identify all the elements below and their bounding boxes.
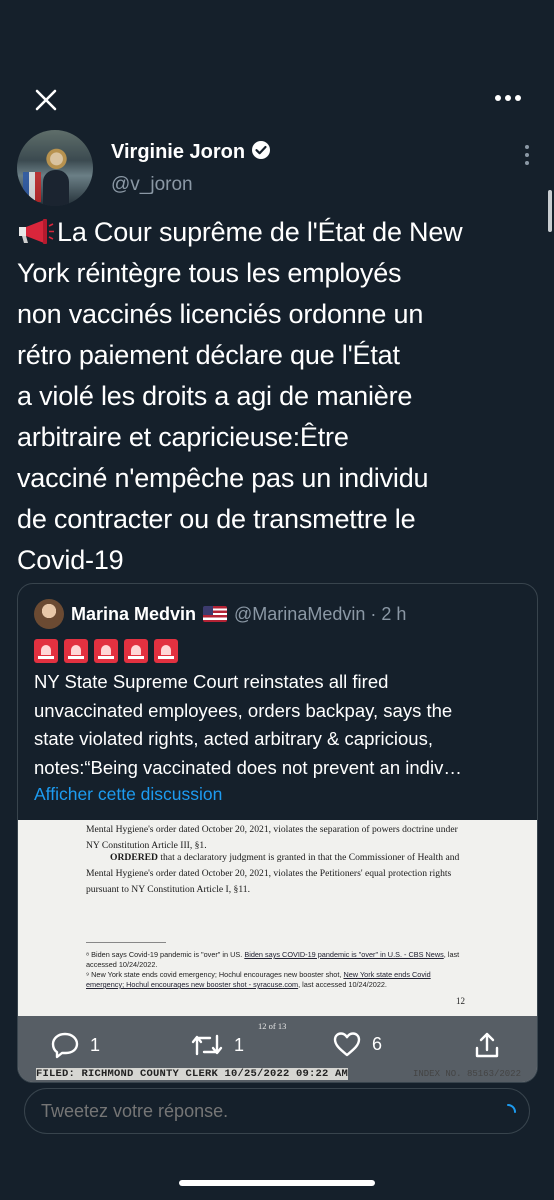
quoted-author-name: Marina Medvin <box>71 603 197 624</box>
footnote: accessed 10/24/2022. <box>86 960 158 969</box>
doc-text-rest: that a declaratory judgment is granted i… <box>157 852 460 863</box>
tweet-line: La Cour suprême de l'État de New <box>17 212 541 253</box>
quoted-line: notes:“Being vaccinated does not prevent… <box>34 756 462 778</box>
footnote-text: , last <box>443 950 460 959</box>
doc-text: Mental Hygiene's order dated October 20,… <box>86 868 452 879</box>
tweet-menu-icon[interactable] <box>517 142 537 168</box>
page-number: 12 <box>456 996 465 1006</box>
like-count: 6 <box>372 1033 383 1054</box>
footnote: ⁸ Biden says Covid-19 pandemic is "over"… <box>86 950 459 960</box>
retweet-icon <box>191 1034 223 1056</box>
footnote: ⁹ New York state ends covid emergency; H… <box>86 970 431 980</box>
siren-icon <box>154 639 178 663</box>
reply-button[interactable]: 1 <box>50 1030 100 1060</box>
tweet-line: a violé les droits a agi de manière <box>17 381 413 411</box>
tweet-line-text: La Cour suprême de l'État de New <box>57 217 463 247</box>
avatar[interactable] <box>17 130 93 206</box>
megaphone-icon <box>19 219 54 244</box>
footnote-text: ⁸ Biden says Covid-19 pandemic is "over"… <box>86 950 245 959</box>
home-indicator[interactable] <box>179 1180 375 1186</box>
heart-icon <box>333 1032 361 1057</box>
reply-composer[interactable] <box>24 1088 530 1134</box>
tweet-line: de contracter ou de transmettre le <box>17 504 416 534</box>
loading-spinner-icon <box>499 1103 517 1121</box>
reply-input[interactable] <box>41 1101 461 1122</box>
quoted-avatar <box>34 599 64 629</box>
verified-badge-icon <box>251 140 271 165</box>
tweet-text: La Cour suprême de l'État de New York ré… <box>17 212 541 581</box>
retweet-button[interactable]: 1 <box>190 1030 244 1060</box>
siren-icon <box>34 639 58 663</box>
share-button[interactable] <box>472 1030 502 1060</box>
like-button[interactable]: 6 <box>332 1030 382 1058</box>
doc-text: Mental Hygiene's order dated October 20,… <box>86 824 458 835</box>
top-bar <box>0 80 554 120</box>
footnote-link: emergency; Hochul encourages new booster… <box>86 980 299 989</box>
tweet-author: Virginie Joron @v_joron <box>17 130 537 210</box>
siren-icon <box>124 639 148 663</box>
tweet-line: non vaccinés licenciés ordonne un <box>17 299 424 329</box>
close-icon[interactable] <box>30 84 62 116</box>
reply-icon <box>51 1032 79 1059</box>
footnote: emergency; Hochul encourages new booster… <box>86 980 387 990</box>
footnote-text: ⁹ New York state ends covid emergency; H… <box>86 970 344 979</box>
doc-text: ORDERED that a declaratory judgment is g… <box>110 850 459 866</box>
quoted-tweet[interactable]: Marina Medvin @MarinaMedvin · 2 h NY Sta… <box>17 583 538 1083</box>
footnote-link: New York state ends Covid <box>343 970 431 979</box>
quoted-tweet-header: Marina Medvin @MarinaMedvin · 2 h <box>34 599 406 629</box>
siren-icon <box>94 639 118 663</box>
quoted-text: NY State Supreme Court reinstates all fi… <box>34 668 530 782</box>
share-icon <box>475 1032 499 1058</box>
quoted-line: state violated rights, acted arbitrary &… <box>34 728 433 749</box>
author-name[interactable]: Virginie Joron <box>111 141 245 164</box>
author-name-row: Virginie Joron <box>111 140 271 165</box>
reply-count: 1 <box>90 1034 101 1055</box>
index-number: INDEX NO. 85163/2022 <box>412 1069 521 1079</box>
footnote-link: Biden says COVID-19 pandemic is "over" i… <box>244 950 444 959</box>
footnote-text: , last accessed 10/24/2022. <box>298 980 387 989</box>
quoted-handle-time: @MarinaMedvin · 2 h <box>234 603 407 624</box>
doc-text-bold: ORDERED <box>110 852 158 863</box>
more-options-icon[interactable] <box>490 86 526 110</box>
tweet-line: Covid-19 <box>17 545 124 575</box>
siren-emojis <box>34 639 178 663</box>
action-bar: 1 1 6 <box>0 1030 554 1070</box>
show-thread-link[interactable]: Afficher cette discussion <box>34 784 222 805</box>
tweet-line: York réintègre tous les employés <box>17 258 402 288</box>
retweet-count: 1 <box>234 1034 245 1055</box>
tweet-line: rétro paiement déclare que l'État <box>17 340 400 370</box>
tweet-line: arbitraire et capricieuse:Être <box>17 422 349 452</box>
quoted-line: NY State Supreme Court reinstates all fi… <box>34 671 389 692</box>
footnote-rule <box>86 942 166 943</box>
author-handle[interactable]: @v_joron <box>111 174 193 196</box>
doc-text: pursuant to NY Constitution Article I, §… <box>86 884 250 895</box>
us-flag-icon <box>203 606 228 622</box>
scrollbar[interactable] <box>548 190 552 232</box>
tweet-line: vacciné n'empêche pas un individu <box>17 463 429 493</box>
siren-icon <box>64 639 88 663</box>
quoted-line: unvaccinated employees, orders backpay, … <box>34 699 453 721</box>
